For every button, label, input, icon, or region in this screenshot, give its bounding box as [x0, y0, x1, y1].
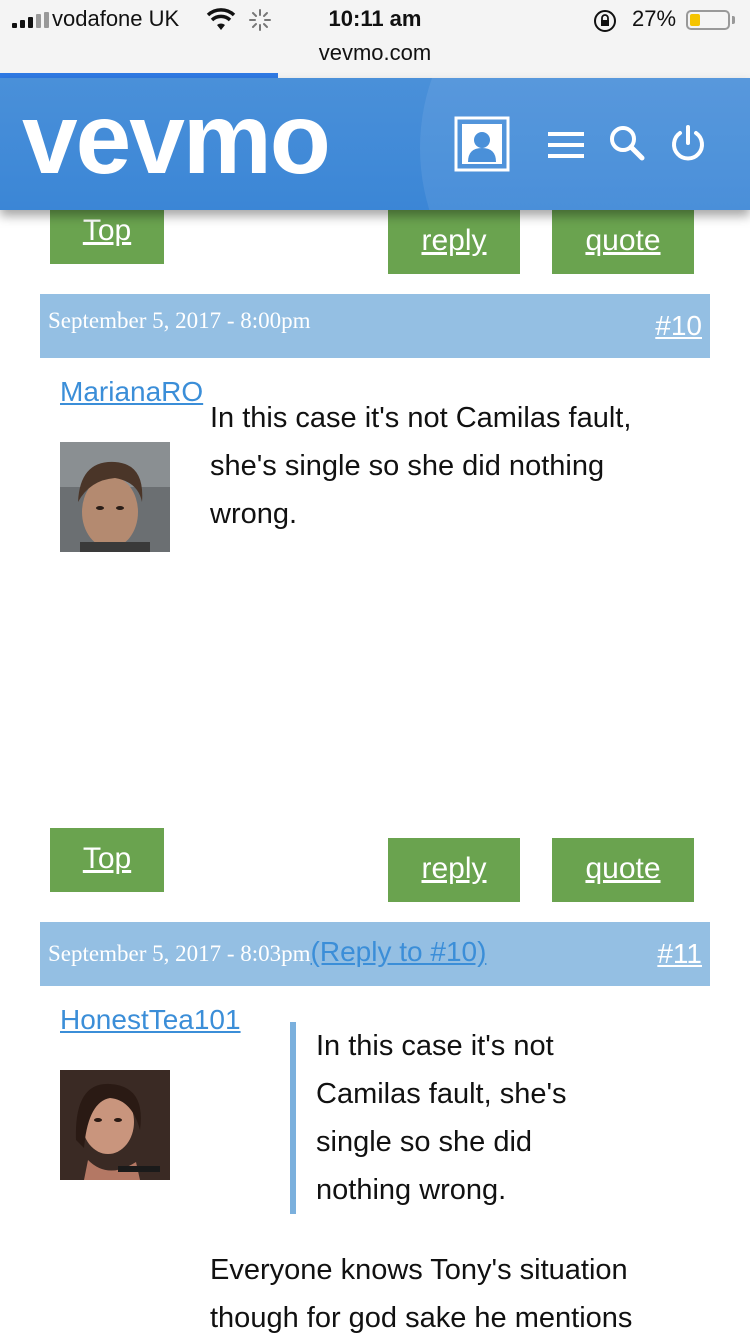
post-text-line: Everyone knows Tony's situation [210, 1254, 628, 1286]
power-icon[interactable] [668, 124, 708, 164]
battery-icon [686, 10, 730, 30]
avatar[interactable] [60, 442, 170, 552]
site-header: vevmo [0, 78, 750, 210]
blockquote-bar [290, 1022, 296, 1214]
post-body: Everyone knows Tony's situation though f… [210, 1246, 730, 1342]
quote-text-line: Camilas fault, she's [316, 1078, 567, 1110]
post-date-line: September 5, 2017 - 8:03pm(Reply to #10) [48, 936, 486, 968]
post-date: September 5, 2017 - 8:03pm [48, 941, 311, 966]
status-bar: vodafone UK 10:11 am vevmo.com 27% [0, 0, 750, 78]
post-permalink[interactable]: #11 [657, 938, 702, 970]
post-text-line: she's single so she did nothing [210, 450, 605, 482]
reply-to-link[interactable]: (Reply to #10) [311, 936, 487, 967]
profile-icon[interactable] [454, 116, 510, 172]
quote-button[interactable]: quote [552, 210, 694, 274]
battery-level-fill [690, 14, 700, 26]
post-header: September 5, 2017 - 8:03pm(Reply to #10)… [40, 922, 710, 986]
post-text-line: though for god sake he mentions [210, 1302, 633, 1334]
search-icon[interactable] [608, 124, 646, 162]
post-header: September 5, 2017 - 8:00pm #10 [40, 294, 710, 358]
post-author-link[interactable]: HonestTea101 [60, 1004, 241, 1036]
avatar[interactable] [60, 1070, 170, 1180]
post-body: In this case it's not Camilas fault, she… [210, 394, 710, 538]
battery-percentage: 27% [632, 6, 677, 31]
menu-icon[interactable] [548, 130, 584, 160]
quote-text-line: In this case it's not [316, 1030, 554, 1062]
post-author-link[interactable]: MarianaRO [60, 376, 203, 408]
rotation-lock-icon [594, 10, 616, 32]
reply-button[interactable]: reply [388, 210, 520, 274]
post-date: September 5, 2017 - 8:00pm [48, 308, 311, 333]
post-text-line: In this case it's not Camilas fault, [210, 402, 632, 434]
quoted-text: In this case it's not Camilas fault, she… [316, 1022, 696, 1214]
top-button[interactable]: Top [50, 828, 164, 892]
site-logo[interactable]: vevmo [22, 84, 331, 194]
quote-text-line: single so she did [316, 1126, 533, 1158]
address-bar-url[interactable]: vevmo.com [0, 40, 750, 66]
post-text-line: wrong. [210, 498, 298, 530]
quote-text-line: nothing wrong. [316, 1174, 507, 1206]
post-permalink[interactable]: #10 [655, 310, 702, 342]
battery-tip [732, 16, 735, 24]
quote-button[interactable]: quote [552, 838, 694, 902]
reply-button[interactable]: reply [388, 838, 520, 902]
